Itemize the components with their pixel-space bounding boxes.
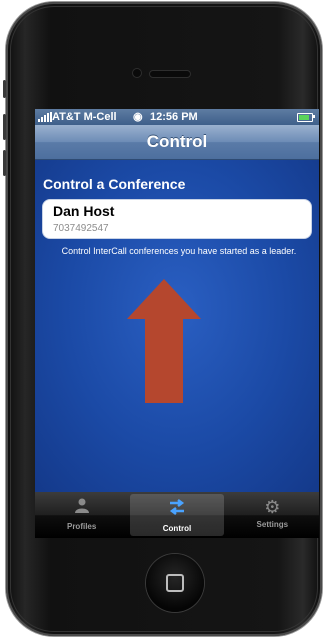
carrier-name: AT&T M-Cell	[52, 111, 117, 123]
annotation-up-arrow-icon	[127, 279, 201, 403]
conference-phone-number: 7037492547	[53, 223, 109, 234]
tab-control[interactable]: Control	[130, 494, 224, 536]
tab-label: Control	[162, 524, 192, 533]
front-camera-icon	[132, 68, 142, 78]
conference-list-item[interactable]: Dan Host 7037492547	[42, 199, 312, 239]
status-time: 12:56 PM	[150, 111, 198, 123]
battery-icon	[297, 113, 313, 122]
status-bar: AT&T M-Cell ◉ 12:56 PM	[35, 109, 319, 125]
battery-tip	[313, 115, 315, 118]
tab-label: Profiles	[66, 522, 97, 531]
earpiece-speaker	[149, 70, 191, 78]
mute-switch	[3, 80, 6, 98]
tab-settings[interactable]: ⚙ Settings	[226, 492, 319, 538]
tab-bar: Profiles Control ⚙ Settings	[35, 492, 319, 538]
tab-label: Settings	[256, 520, 289, 529]
tab-profiles[interactable]: Profiles	[35, 492, 128, 538]
wifi-icon: ◉	[133, 111, 143, 123]
volume-up-button	[3, 114, 6, 140]
home-button[interactable]	[146, 554, 204, 612]
page-title: Control	[146, 132, 208, 151]
home-square-icon	[166, 574, 184, 592]
gear-icon: ⚙	[264, 497, 281, 517]
person-icon	[73, 497, 91, 519]
signal-bars-icon	[38, 112, 52, 122]
section-title: Control a Conference	[43, 176, 186, 192]
navigation-bar: Control	[35, 125, 319, 160]
swap-arrows-icon	[167, 497, 187, 521]
conference-leader-name: Dan Host	[53, 203, 115, 219]
help-text: Control InterCall conferences you have s…	[61, 246, 297, 256]
volume-down-button	[3, 150, 6, 176]
